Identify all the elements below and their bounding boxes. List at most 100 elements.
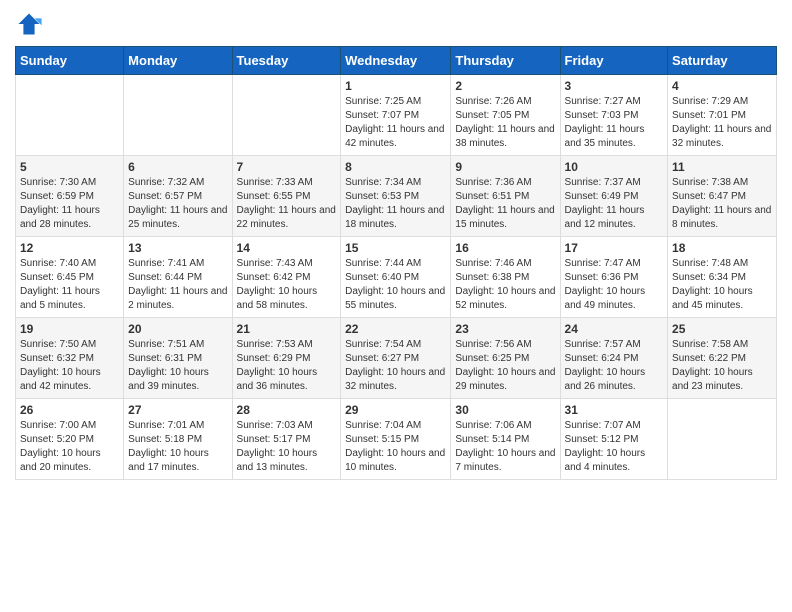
- header: [15, 10, 777, 38]
- day-info: Sunrise: 7:07 AMSunset: 5:12 PMDaylight:…: [565, 419, 664, 475]
- day-headers-row: SundayMondayTuesdayWednesdayThursdayFrid…: [16, 47, 777, 75]
- day-number: 20: [128, 322, 227, 336]
- day-number: 6: [128, 160, 227, 174]
- week-row-3: 12Sunrise: 7:40 AMSunset: 6:45 PMDayligh…: [16, 237, 777, 318]
- day-number: 3: [565, 79, 664, 93]
- day-info: Sunrise: 7:44 AMSunset: 6:40 PMDaylight:…: [345, 257, 446, 313]
- day-number: 16: [455, 241, 555, 255]
- day-number: 22: [345, 322, 446, 336]
- logo-icon: [15, 10, 43, 38]
- day-cell: 8Sunrise: 7:34 AMSunset: 6:53 PMDaylight…: [341, 156, 451, 237]
- day-number: 28: [237, 403, 337, 417]
- day-info: Sunrise: 7:36 AMSunset: 6:51 PMDaylight:…: [455, 176, 555, 232]
- day-cell: 24 Sunrise: 7:57 AMSunset: 6:24 PMDayligh…: [560, 318, 668, 399]
- day-info: Sunrise: 7:29 AMSunset: 7:01 PMDaylight:…: [672, 95, 772, 151]
- day-number: 25: [672, 322, 772, 336]
- day-header-saturday: Saturday: [668, 47, 777, 75]
- day-cell: 1 Sunrise: 7:25 AMSunset: 7:07 PMDaylight…: [341, 75, 451, 156]
- day-cell: [232, 75, 341, 156]
- day-cell: 28 Sunrise: 7:03 AMSunset: 5:17 PMDayligh…: [232, 399, 341, 480]
- day-info: Sunrise: 7:01 AMSunset: 5:18 PMDaylight:…: [128, 419, 227, 475]
- day-number: 2: [455, 79, 555, 93]
- day-info: Sunrise: 7:25 AMSunset: 7:07 PMDaylight:…: [345, 95, 446, 151]
- day-header-wednesday: Wednesday: [341, 47, 451, 75]
- day-number: 15: [345, 241, 446, 255]
- day-cell: [668, 399, 777, 480]
- day-number: 4: [672, 79, 772, 93]
- day-number: 10: [565, 160, 664, 174]
- day-cell: 18Sunrise: 7:48 AMSunset: 6:34 PMDayligh…: [668, 237, 777, 318]
- day-info: Sunrise: 7:43 AMSunset: 6:42 PMDaylight:…: [237, 257, 337, 313]
- day-cell: 23Sunrise: 7:56 AMSunset: 6:25 PMDayligh…: [451, 318, 560, 399]
- day-header-monday: Monday: [124, 47, 232, 75]
- day-info: Sunrise: 7:03 AMSunset: 5:17 PMDaylight:…: [237, 419, 337, 475]
- day-cell: 25 Sunrise: 7:58 AMSunset: 6:22 PMDayligh…: [668, 318, 777, 399]
- day-cell: 2 Sunrise: 7:26 AMSunset: 7:05 PMDaylight…: [451, 75, 560, 156]
- day-info: Sunrise: 7:50 AMSunset: 6:32 PMDaylight:…: [20, 338, 119, 394]
- day-info: Sunrise: 7:06 AMSunset: 5:14 PMDaylight:…: [455, 419, 555, 475]
- day-cell: 11Sunrise: 7:38 AMSunset: 6:47 PMDayligh…: [668, 156, 777, 237]
- week-row-2: 5Sunrise: 7:30 AMSunset: 6:59 PMDaylight…: [16, 156, 777, 237]
- day-number: 30: [455, 403, 555, 417]
- day-cell: [124, 75, 232, 156]
- day-cell: [16, 75, 124, 156]
- day-header-friday: Friday: [560, 47, 668, 75]
- day-header-thursday: Thursday: [451, 47, 560, 75]
- day-number: 24: [565, 322, 664, 336]
- day-cell: 3 Sunrise: 7:27 AMSunset: 7:03 PMDaylight…: [560, 75, 668, 156]
- day-number: 13: [128, 241, 227, 255]
- day-number: 17: [565, 241, 664, 255]
- day-number: 8: [345, 160, 446, 174]
- day-cell: 4 Sunrise: 7:29 AMSunset: 7:01 PMDaylight…: [668, 75, 777, 156]
- day-cell: 15 Sunrise: 7:44 AMSunset: 6:40 PMDayligh…: [341, 237, 451, 318]
- day-cell: 26 Sunrise: 7:00 AMSunset: 5:20 PMDayligh…: [16, 399, 124, 480]
- day-number: 19: [20, 322, 119, 336]
- day-info: Sunrise: 7:04 AMSunset: 5:15 PMDaylight:…: [345, 419, 446, 475]
- day-cell: 31Sunrise: 7:07 AMSunset: 5:12 PMDayligh…: [560, 399, 668, 480]
- day-cell: 22 Sunrise: 7:54 AMSunset: 6:27 PMDayligh…: [341, 318, 451, 399]
- day-info: Sunrise: 7:27 AMSunset: 7:03 PMDaylight:…: [565, 95, 664, 151]
- day-info: Sunrise: 7:00 AMSunset: 5:20 PMDaylight:…: [20, 419, 119, 475]
- week-row-5: 26 Sunrise: 7:00 AMSunset: 5:20 PMDayligh…: [16, 399, 777, 480]
- day-info: Sunrise: 7:46 AMSunset: 6:38 PMDaylight:…: [455, 257, 555, 313]
- day-cell: 29 Sunrise: 7:04 AMSunset: 5:15 PMDayligh…: [341, 399, 451, 480]
- page: SundayMondayTuesdayWednesdayThursdayFrid…: [0, 0, 792, 495]
- day-info: Sunrise: 7:32 AMSunset: 6:57 PMDaylight:…: [128, 176, 227, 232]
- day-number: 29: [345, 403, 446, 417]
- day-cell: 20 Sunrise: 7:51 AMSunset: 6:31 PMDayligh…: [124, 318, 232, 399]
- day-number: 14: [237, 241, 337, 255]
- day-info: Sunrise: 7:26 AMSunset: 7:05 PMDaylight:…: [455, 95, 555, 151]
- day-number: 11: [672, 160, 772, 174]
- day-number: 27: [128, 403, 227, 417]
- day-info: Sunrise: 7:41 AMSunset: 6:44 PMDaylight:…: [128, 257, 227, 313]
- day-info: Sunrise: 7:58 AMSunset: 6:22 PMDaylight:…: [672, 338, 772, 394]
- day-number: 12: [20, 241, 119, 255]
- day-number: 9: [455, 160, 555, 174]
- calendar: SundayMondayTuesdayWednesdayThursdayFrid…: [15, 46, 777, 480]
- day-header-sunday: Sunday: [16, 47, 124, 75]
- week-row-4: 19 Sunrise: 7:50 AMSunset: 6:32 PMDayligh…: [16, 318, 777, 399]
- logo: [15, 10, 47, 38]
- day-cell: 13 Sunrise: 7:41 AMSunset: 6:44 PMDayligh…: [124, 237, 232, 318]
- week-row-1: 1 Sunrise: 7:25 AMSunset: 7:07 PMDaylight…: [16, 75, 777, 156]
- day-cell: 5Sunrise: 7:30 AMSunset: 6:59 PMDaylight…: [16, 156, 124, 237]
- day-info: Sunrise: 7:37 AMSunset: 6:49 PMDaylight:…: [565, 176, 664, 232]
- day-cell: 9 Sunrise: 7:36 AMSunset: 6:51 PMDaylight…: [451, 156, 560, 237]
- day-cell: 21Sunrise: 7:53 AMSunset: 6:29 PMDayligh…: [232, 318, 341, 399]
- day-info: Sunrise: 7:53 AMSunset: 6:29 PMDaylight:…: [237, 338, 337, 394]
- day-number: 7: [237, 160, 337, 174]
- day-number: 5: [20, 160, 119, 174]
- day-cell: 6 Sunrise: 7:32 AMSunset: 6:57 PMDaylight…: [124, 156, 232, 237]
- day-info: Sunrise: 7:47 AMSunset: 6:36 PMDaylight:…: [565, 257, 664, 313]
- day-cell: 7Sunrise: 7:33 AMSunset: 6:55 PMDaylight…: [232, 156, 341, 237]
- day-cell: 16 Sunrise: 7:46 AMSunset: 6:38 PMDayligh…: [451, 237, 560, 318]
- day-cell: 10 Sunrise: 7:37 AMSunset: 6:49 PMDayligh…: [560, 156, 668, 237]
- day-info: Sunrise: 7:57 AMSunset: 6:24 PMDaylight:…: [565, 338, 664, 394]
- day-info: Sunrise: 7:56 AMSunset: 6:25 PMDaylight:…: [455, 338, 555, 394]
- day-info: Sunrise: 7:54 AMSunset: 6:27 PMDaylight:…: [345, 338, 446, 394]
- day-info: Sunrise: 7:51 AMSunset: 6:31 PMDaylight:…: [128, 338, 227, 394]
- day-cell: 14 Sunrise: 7:43 AMSunset: 6:42 PMDayligh…: [232, 237, 341, 318]
- day-number: 1: [345, 79, 446, 93]
- day-header-tuesday: Tuesday: [232, 47, 341, 75]
- day-number: 26: [20, 403, 119, 417]
